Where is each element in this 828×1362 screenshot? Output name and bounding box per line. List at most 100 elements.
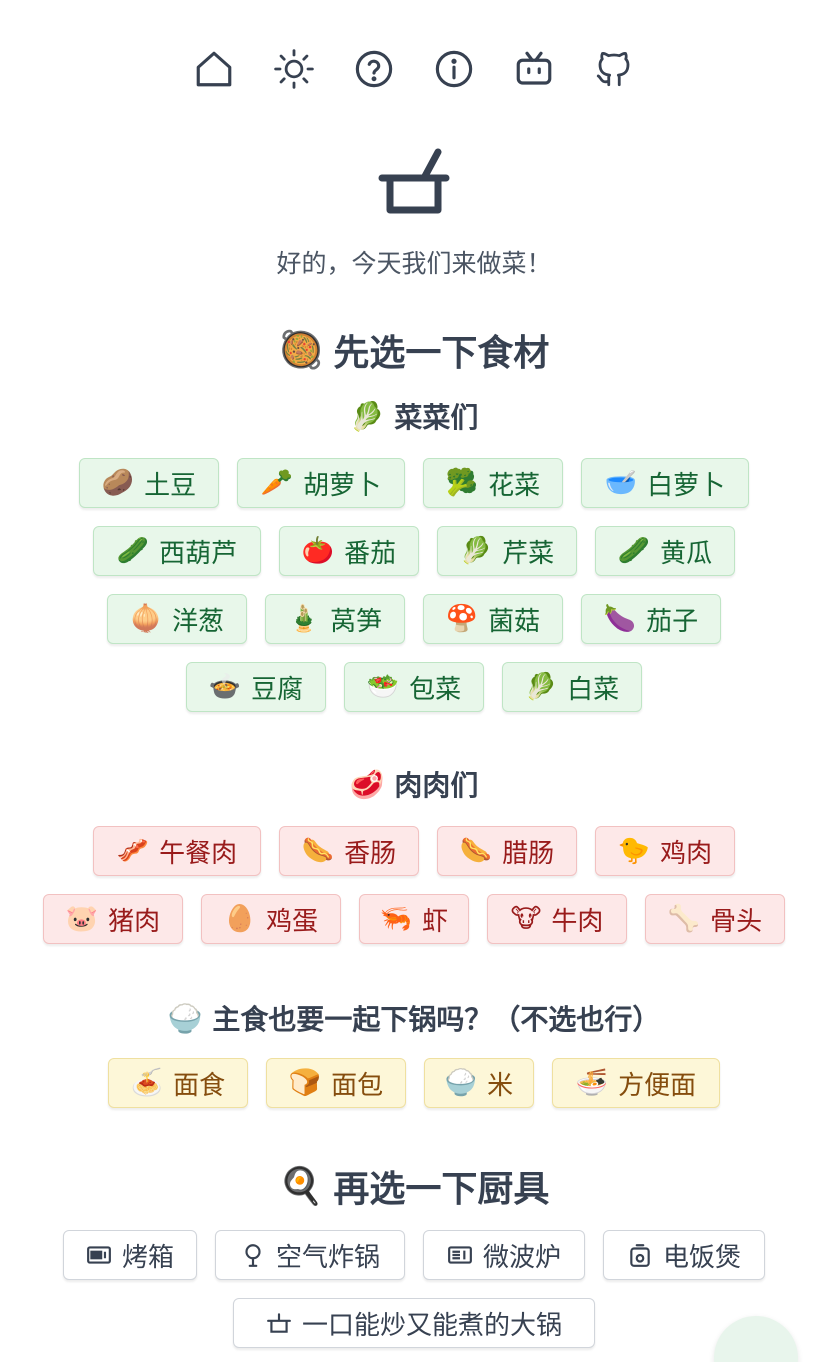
sun-icon[interactable]	[273, 46, 315, 92]
meat-row-1: 🥓 午餐肉 🌭 香肠 🌭 腊肠 🐤 鸡肉	[0, 826, 828, 876]
info-icon[interactable]	[433, 46, 475, 92]
ingredient-chip-bone[interactable]: 🦴 骨头	[645, 894, 785, 944]
cucumber-emoji: 🥒	[116, 536, 150, 566]
ingredient-chip-carrot[interactable]: 🥕 胡萝卜	[237, 458, 405, 508]
chip-label: 面食	[173, 1070, 226, 1101]
tool-chip-air-fryer[interactable]: 空气炸锅	[215, 1230, 405, 1280]
ingredient-chip-tomato[interactable]: 🍅 番茄	[279, 526, 419, 576]
vegetable-row-2: 🥒 西葫芦 🍅 番茄 🥬 芹菜 🥒 黄瓜	[0, 526, 828, 576]
ingredient-chip-noodles[interactable]: 🍝 面食	[108, 1058, 248, 1108]
tomato-emoji: 🍅	[301, 536, 335, 566]
pig-emoji: 🐷	[65, 904, 99, 934]
chip-label: 一口能炒又能煮的大锅	[301, 1310, 562, 1341]
top-nav	[0, 46, 828, 92]
leafy-green-emoji: 🥬	[349, 399, 385, 433]
staples-title: 主食也要一起下锅吗？（不选也行）	[212, 1003, 661, 1036]
oven-icon	[86, 1242, 112, 1268]
ingredient-chip-onion[interactable]: 🧅 洋葱	[107, 594, 247, 644]
ramen-emoji: 🍜	[575, 1068, 609, 1098]
mushroom-emoji: 🍄	[445, 604, 479, 634]
ingredient-chip-cabbage[interactable]: 🥗 包菜	[344, 662, 484, 712]
ingredient-chip-cured-sausage[interactable]: 🌭 腊肠	[437, 826, 577, 876]
chip-label: 方便面	[618, 1070, 697, 1101]
chip-label: 米	[487, 1070, 514, 1101]
chip-label: 黄瓜	[660, 538, 713, 569]
ingredient-chip-celery[interactable]: 🥬 芹菜	[437, 526, 577, 576]
staples-heading: 🍚 主食也要一起下锅吗？（不选也行）	[0, 998, 828, 1038]
egg-emoji: 🥚	[223, 904, 257, 934]
ingredients-heading: 🥘 先选一下食材	[0, 324, 828, 376]
ingredient-chip-spam[interactable]: 🥓 午餐肉	[93, 826, 261, 876]
ingredient-chip-sausage[interactable]: 🌭 香肠	[279, 826, 419, 876]
ingredient-chip-cucumber[interactable]: 🥒 黄瓜	[595, 526, 735, 576]
ingredient-chip-white-radish[interactable]: 🥣 白萝卜	[581, 458, 749, 508]
carrot-emoji: 🥕	[260, 468, 294, 498]
bamboo-emoji: 🎍	[287, 604, 321, 634]
ingredient-chip-shrimp[interactable]: 🦐 虾	[359, 894, 469, 944]
chick-emoji: 🐤	[617, 836, 651, 866]
hotdog-emoji: 🌭	[459, 836, 493, 866]
tools-title: 再选一下厨具	[333, 1169, 550, 1210]
meat-emoji: 🥩	[349, 767, 385, 801]
ingredient-chip-instant-noodles[interactable]: 🍜 方便面	[552, 1058, 720, 1108]
chip-label: 电饭煲	[662, 1242, 741, 1273]
rice-emoji: 🍚	[167, 1001, 203, 1035]
help-icon[interactable]	[353, 46, 395, 92]
chip-label: 芹菜	[502, 538, 555, 569]
tool-chip-rice-cooker[interactable]: 电饭煲	[603, 1230, 765, 1280]
broccoli-emoji: 🥦	[445, 468, 479, 498]
air-fryer-icon	[240, 1242, 266, 1268]
github-icon[interactable]	[593, 46, 635, 92]
ingredient-chip-bread[interactable]: 🍞 面包	[266, 1058, 406, 1108]
ingredient-chip-egg[interactable]: 🥚 鸡蛋	[201, 894, 341, 944]
ingredients-title: 先选一下食材	[333, 333, 550, 374]
home-icon[interactable]	[193, 46, 235, 92]
onion-emoji: 🧅	[129, 604, 163, 634]
tool-chip-microwave[interactable]: 微波炉	[423, 1230, 585, 1280]
microwave-icon	[447, 1242, 473, 1268]
chip-label: 白菜	[567, 674, 620, 705]
ingredient-chip-chicken[interactable]: 🐤 鸡肉	[595, 826, 735, 876]
ingredient-chip-zucchini[interactable]: 🥒 西葫芦	[93, 526, 261, 576]
chip-label: 腊肠	[502, 838, 555, 869]
pot-logo-icon	[378, 148, 450, 214]
meat-row-2: 🐷 猪肉 🥚 鸡蛋 🦐 虾 🐮 牛肉 🦴 骨头	[0, 894, 828, 944]
hotdog-emoji: 🌭	[301, 836, 335, 866]
ingredient-chip-lettuce-stem[interactable]: 🎍 莴笋	[265, 594, 405, 644]
chip-label: 包菜	[409, 674, 462, 705]
chip-label: 面包	[331, 1070, 384, 1101]
leafy-green-emoji: 🥬	[524, 672, 558, 702]
ingredient-chip-potato[interactable]: 🥔 土豆	[79, 458, 219, 508]
chip-label: 菌菇	[488, 606, 541, 637]
salad-emoji: 🥗	[366, 672, 400, 702]
chip-label: 骨头	[710, 906, 763, 937]
vegetable-row-4: 🍲 豆腐 🥗 包菜 🥬 白菜	[0, 662, 828, 712]
chip-label: 空气炸锅	[275, 1242, 380, 1273]
ingredient-chip-mushroom[interactable]: 🍄 菌菇	[423, 594, 563, 644]
tool-chip-oven[interactable]: 烤箱	[63, 1230, 197, 1280]
bilibili-icon[interactable]	[513, 46, 555, 92]
chip-label: 牛肉	[551, 906, 604, 937]
vegetable-row-1: 🥔 土豆 🥕 胡萝卜 🥦 花菜 🥣 白萝卜	[0, 458, 828, 508]
ingredient-chip-rice[interactable]: 🍚 米	[424, 1058, 534, 1108]
ingredient-chip-napa-cabbage[interactable]: 🥬 白菜	[502, 662, 642, 712]
bone-emoji: 🦴	[667, 904, 701, 934]
meats-title: 肉肉们	[394, 769, 479, 802]
bread-emoji: 🍞	[288, 1068, 322, 1098]
chip-label: 胡萝卜	[303, 470, 382, 501]
cucumber-emoji: 🥒	[617, 536, 651, 566]
chip-label: 洋葱	[172, 606, 225, 637]
leafy-green-emoji: 🥬	[459, 536, 493, 566]
ingredient-chip-cauliflower[interactable]: 🥦 花菜	[423, 458, 563, 508]
vegetable-row-3: 🧅 洋葱 🎍 莴笋 🍄 菌菇 🍆 茄子	[0, 594, 828, 644]
tool-row-2: 一口能炒又能煮的大锅	[0, 1298, 828, 1348]
ingredient-chip-beef[interactable]: 🐮 牛肉	[487, 894, 627, 944]
chip-label: 白萝卜	[647, 470, 726, 501]
ingredient-chip-pork[interactable]: 🐷 猪肉	[43, 894, 183, 944]
ingredient-chip-eggplant[interactable]: 🍆 茄子	[581, 594, 721, 644]
chip-label: 猪肉	[108, 906, 161, 937]
shrimp-emoji: 🦐	[379, 904, 413, 934]
tool-chip-wok[interactable]: 一口能炒又能煮的大锅	[233, 1298, 595, 1348]
ingredient-chip-tofu[interactable]: 🍲 豆腐	[186, 662, 326, 712]
stew-emoji: 🍲	[208, 672, 242, 702]
